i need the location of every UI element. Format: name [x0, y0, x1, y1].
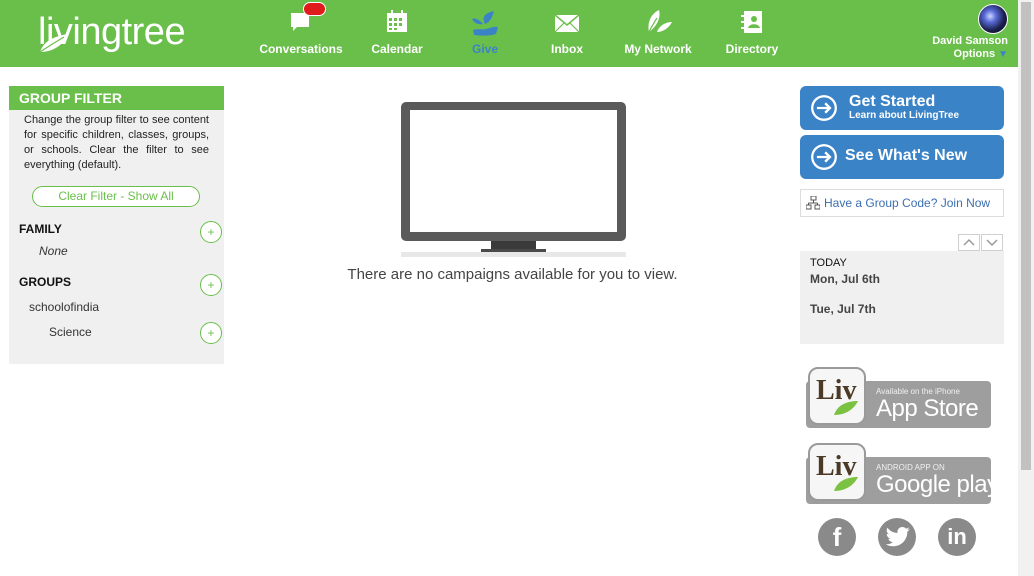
caret-down-icon: ▼ — [998, 49, 1008, 60]
liv-app-logo: Liv — [808, 443, 866, 501]
clear-filter-button[interactable]: Clear Filter - Show All — [32, 186, 200, 207]
group-item-science[interactable]: Science — [49, 325, 92, 339]
group-code-link[interactable]: Have a Group Code? Join Now — [800, 189, 1004, 217]
mini-calendar: TODAY Mon, Jul 6th Tue, Jul 7th — [800, 251, 1004, 344]
nav-label-inbox: Inbox — [551, 42, 583, 56]
family-item[interactable]: None — [39, 244, 68, 258]
leaf-icon — [834, 401, 858, 415]
add-subgroup-button[interactable]: + — [200, 322, 222, 344]
nav-label-give: Give — [471, 42, 498, 56]
empty-monitor-illustration — [401, 102, 626, 257]
arrow-right-circle-icon — [811, 95, 837, 121]
get-started-title: Get Started — [849, 93, 936, 110]
twitter-icon[interactable] — [878, 518, 916, 556]
empty-state-message: There are no campaigns available for you… — [347, 266, 678, 283]
get-started-subtitle: Learn about LivingTree — [849, 110, 960, 121]
user-options-dropdown[interactable]: Options ▼ — [954, 48, 1008, 60]
get-started-button[interactable]: Get Started Learn about LivingTree — [800, 86, 1004, 130]
group-filter-title: GROUP FILTER — [9, 86, 224, 110]
calendar-prev-button[interactable] — [958, 234, 980, 251]
notification-badge[interactable] — [303, 2, 326, 16]
whats-new-button[interactable]: See What's New — [800, 135, 1004, 179]
family-section-title: FAMILY — [19, 222, 62, 236]
org-chart-icon — [806, 196, 820, 210]
user-name: David Samson — [932, 35, 1008, 47]
chevron-down-icon — [986, 239, 998, 247]
calendar-date[interactable]: Tue, Jul 7th — [810, 302, 876, 316]
envelope-icon — [554, 14, 580, 33]
options-label: Options — [953, 48, 996, 60]
nav-conversations[interactable]: Conversations — [258, 0, 344, 67]
group-item-schoolofindia[interactable]: schoolofindia — [29, 300, 99, 314]
group-filter-description: Change the group filter to see content f… — [24, 114, 209, 171]
calendar-next-button[interactable] — [981, 234, 1003, 251]
chevron-up-icon — [963, 238, 975, 246]
app-store-badge[interactable]: Liv Available on the iPhone App Store — [806, 367, 991, 429]
nav-label-conversations: Conversations — [259, 42, 343, 56]
give-icon — [472, 11, 498, 36]
calendar-date[interactable]: Mon, Jul 6th — [810, 272, 880, 286]
nav-my-network[interactable]: My Network — [620, 0, 696, 67]
nav-label-calendar: Calendar — [371, 42, 423, 56]
scrollbar-thumb[interactable] — [1021, 2, 1031, 470]
calendar-today-label: TODAY — [810, 257, 847, 269]
directory-icon — [741, 11, 762, 33]
twitter-bird-glyph — [885, 527, 910, 547]
logo-leaf-icon — [39, 34, 68, 53]
facebook-icon[interactable]: f — [818, 518, 856, 556]
google-play-badge[interactable]: Liv ANDROID APP ON Google play — [806, 443, 999, 505]
leaf-icon — [834, 477, 858, 491]
top-header: livingtree Conversations Calendar Give I… — [0, 0, 1018, 67]
avatar[interactable] — [978, 4, 1008, 34]
calendar-nav — [958, 234, 1004, 251]
linkedin-icon[interactable]: in — [938, 518, 976, 556]
whats-new-title: See What's New — [845, 147, 968, 164]
app-store-big-text: App Store — [876, 395, 979, 422]
liv-app-logo: Liv — [808, 367, 866, 425]
nav-inbox[interactable]: Inbox — [537, 0, 597, 67]
network-leaf-icon — [648, 10, 672, 33]
calendar-icon — [387, 10, 407, 32]
add-group-button[interactable]: + — [200, 274, 222, 296]
groups-section-title: GROUPS — [19, 275, 72, 289]
google-play-big-text: Google play — [876, 471, 999, 498]
group-filter-panel: GROUP FILTER Change the group filter to … — [9, 86, 224, 364]
arrow-right-circle-icon — [811, 144, 837, 170]
nav-give[interactable]: Give — [455, 0, 515, 67]
nav-label-my-network: My Network — [624, 42, 692, 56]
page-scrollbar[interactable] — [1018, 0, 1034, 576]
nav-directory[interactable]: Directory — [722, 0, 782, 67]
nav-label-directory: Directory — [725, 42, 779, 56]
user-menu[interactable]: David Samson Options ▼ — [908, 4, 1008, 64]
group-code-label: Have a Group Code? Join Now — [824, 196, 991, 210]
add-family-button[interactable]: + — [200, 221, 222, 243]
nav-calendar[interactable]: Calendar — [362, 0, 432, 67]
